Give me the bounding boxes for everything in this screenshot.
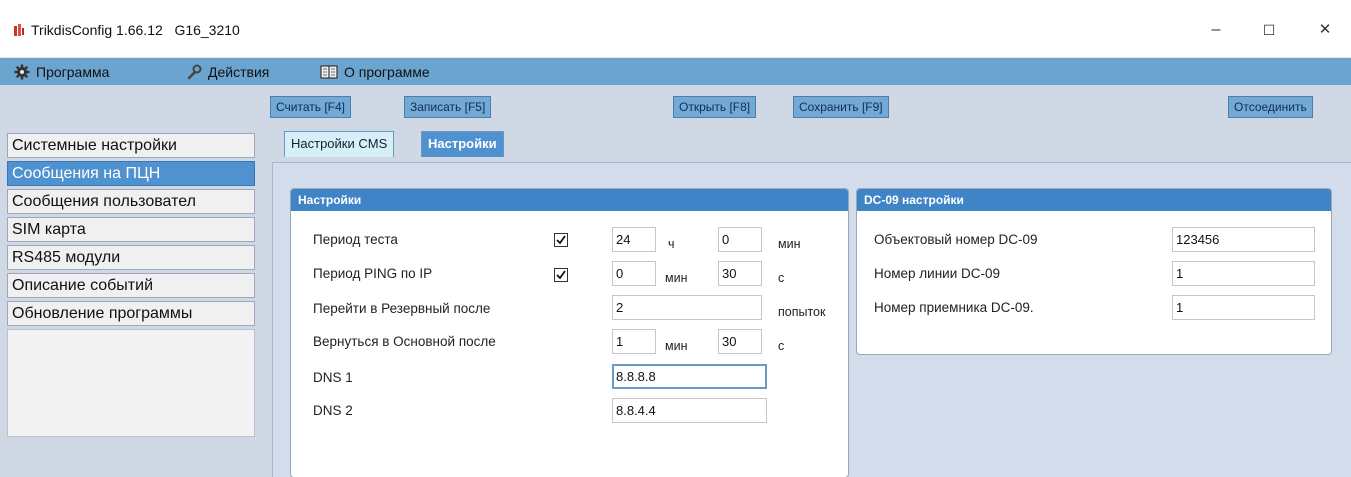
sidebar-item-firmware-update[interactable]: Обновление программы	[7, 301, 255, 326]
window-title: TrikdisConfig 1.66.12 G16_3210	[31, 22, 240, 38]
disconnect-button[interactable]: Отсоединить	[1228, 96, 1313, 118]
menu-about-label: О программе	[344, 63, 430, 80]
settings-group: Настройки Период теста 24 ч 0 мин Период…	[290, 188, 849, 477]
sidebar-item-system-settings[interactable]: Системные настройки	[7, 133, 255, 158]
sidebar-item-sim-card[interactable]: SIM карта	[7, 217, 255, 242]
sidebar-item-cms-messages[interactable]: Сообщения на ПЦН	[7, 161, 255, 186]
checkmark-icon	[556, 270, 566, 280]
menu-bar: Программа Действия О программе	[0, 58, 1351, 85]
dc09-receiver-number-label: Номер приемника DC-09.	[874, 300, 1034, 315]
minimize-button[interactable]: –	[1193, 14, 1239, 46]
close-button[interactable]: ✕	[1302, 14, 1348, 46]
dc09-receiver-number-input[interactable]: 1	[1172, 295, 1315, 320]
ping-period-seconds-input[interactable]: 30	[718, 261, 762, 286]
minutes-unit: мин	[778, 237, 801, 251]
read-button[interactable]: Считать [F4]	[270, 96, 352, 118]
test-period-hours-input[interactable]: 24	[612, 227, 656, 252]
test-period-minutes-input[interactable]: 0	[718, 227, 762, 252]
maximize-button[interactable]: ☐	[1246, 14, 1292, 46]
dns2-label: DNS 2	[313, 403, 353, 418]
test-period-checkbox[interactable]	[554, 233, 568, 247]
write-button[interactable]: Записать [F5]	[404, 96, 492, 118]
seconds-unit: с	[778, 339, 785, 353]
wrench-icon	[187, 64, 202, 79]
hours-unit: ч	[668, 237, 675, 251]
sidebar-item-event-description[interactable]: Описание событий	[7, 273, 255, 298]
sidebar: Системные настройки Сообщения на ПЦН Соо…	[7, 133, 255, 437]
menu-program-label: Программа	[36, 63, 110, 80]
menu-about[interactable]: О программе	[320, 58, 430, 85]
ping-period-minutes-input[interactable]: 0	[612, 261, 656, 286]
sidebar-item-user-messages[interactable]: Сообщения пользовател	[7, 189, 255, 214]
open-button[interactable]: Открыть [F8]	[673, 96, 757, 118]
checkmark-icon	[556, 235, 566, 245]
sidebar-item-rs485-modules[interactable]: RS485 модули	[7, 245, 255, 270]
menu-actions[interactable]: Действия	[186, 58, 269, 85]
dns1-input[interactable]: 8.8.8.8	[612, 364, 767, 389]
dns2-input[interactable]: 8.8.4.4	[612, 398, 767, 423]
dc09-line-number-input[interactable]: 1	[1172, 261, 1315, 286]
work-area: Считать [F4] Записать [F5] Открыть [F8] …	[0, 85, 1351, 477]
title-bar: TrikdisConfig 1.66.12 G16_3210 – ☐ ✕	[0, 0, 1351, 58]
seconds-unit: с	[778, 271, 785, 285]
tab-panel: Настройки Период теста 24 ч 0 мин Период…	[272, 162, 1351, 477]
attempts-unit: попыток	[778, 305, 826, 319]
dc09-group-title: DC-09 настройки	[857, 189, 1331, 211]
save-button[interactable]: Сохранить [F9]	[793, 96, 889, 118]
backup-after-label: Перейти в Резервный после	[313, 301, 491, 316]
primary-after-label: Вернуться в Основной после	[313, 334, 496, 349]
minutes-unit: мин	[665, 271, 688, 285]
menu-program[interactable]: Программа	[14, 58, 109, 85]
tab-cms-settings[interactable]: Настройки CMS	[284, 131, 395, 157]
sidebar-empty-area	[7, 329, 255, 437]
primary-after-minutes-input[interactable]: 1	[612, 329, 656, 354]
ping-period-checkbox[interactable]	[554, 268, 568, 282]
backup-after-input[interactable]: 2	[612, 295, 762, 320]
book-icon	[320, 64, 338, 79]
minutes-unit: мин	[665, 339, 688, 353]
gear-icon	[14, 64, 30, 79]
dc09-object-number-label: Объектовый номер DC-09	[874, 232, 1038, 247]
test-period-label: Период теста	[313, 232, 398, 247]
app-logo-icon	[14, 24, 24, 36]
tab-settings[interactable]: Настройки	[421, 131, 504, 157]
primary-after-seconds-input[interactable]: 30	[718, 329, 762, 354]
dc09-line-number-label: Номер линии DC-09	[874, 266, 1001, 281]
dc09-group: DC-09 настройки Объектовый номер DC-09 1…	[856, 188, 1332, 355]
dc09-object-number-input[interactable]: 123456	[1172, 227, 1315, 252]
menu-actions-label: Действия	[208, 63, 270, 80]
dns1-label: DNS 1	[313, 370, 353, 385]
settings-group-title: Настройки	[291, 189, 848, 211]
ping-period-label: Период PING по IP	[313, 266, 433, 281]
